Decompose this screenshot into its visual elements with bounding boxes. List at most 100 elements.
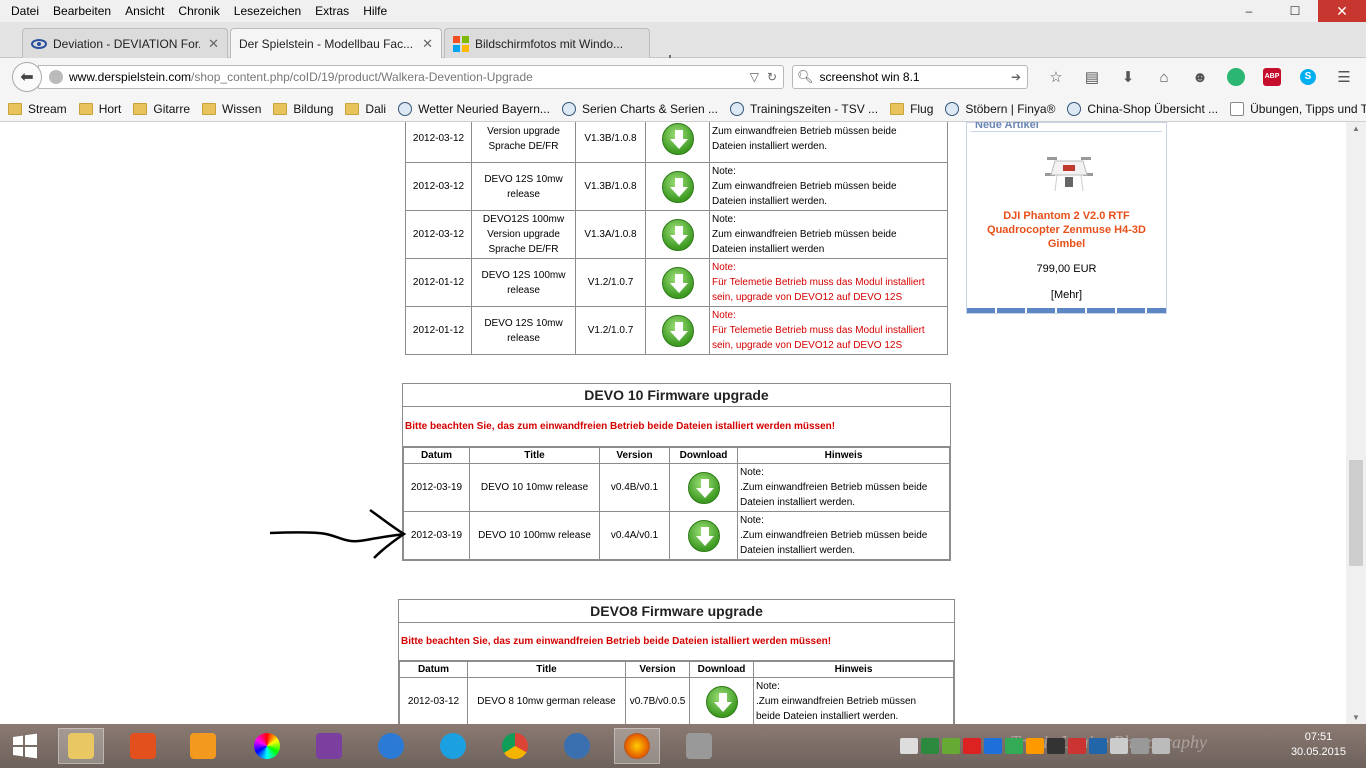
tray-app-icon[interactable]: [1047, 738, 1065, 754]
download-arrow-icon[interactable]: [705, 685, 738, 718]
tray-app-icon[interactable]: [942, 738, 960, 754]
minimize-button[interactable]: –: [1226, 0, 1272, 22]
reading-list-icon[interactable]: ▤: [1074, 66, 1110, 88]
scroll-up-icon[interactable]: ▲: [1352, 124, 1360, 133]
back-button[interactable]: ⬅: [12, 62, 42, 92]
bookmark-item[interactable]: Stream: [8, 102, 67, 116]
volume-icon[interactable]: [1152, 738, 1170, 754]
download-arrow-icon[interactable]: [687, 471, 720, 504]
menu-item-ansicht[interactable]: Ansicht: [118, 4, 171, 18]
menu-item-lesezeichen[interactable]: Lesezeichen: [227, 4, 308, 18]
chat-icon[interactable]: ☻: [1182, 66, 1218, 88]
table-row: 2012-01-12 DEVO 12S 100mw release V1.2/1.0…: [405, 258, 948, 307]
puzzle-app-icon[interactable]: [306, 728, 352, 764]
download-arrow-icon[interactable]: [687, 519, 720, 552]
bookmark-item[interactable]: Gitarre: [133, 102, 190, 116]
bookmark-item[interactable]: Dali: [345, 102, 386, 116]
new-products-box: Neue Artikel DJI Phantom 2 V2.0 RTF Quad…: [966, 122, 1167, 314]
maximize-button[interactable]: ☐: [1272, 0, 1318, 22]
tray-app-icon[interactable]: [984, 738, 1002, 754]
bookmark-item[interactable]: Trainingszeiten - TSV ...: [730, 101, 879, 116]
bookmark-item[interactable]: Bildung: [273, 102, 333, 116]
flag-icon[interactable]: [1131, 738, 1149, 754]
tab-close-icon[interactable]: ✕: [414, 36, 433, 52]
adblock-plus-icon[interactable]: ABP: [1254, 66, 1290, 88]
bookmark-item[interactable]: Serien Charts & Serien ...: [561, 101, 718, 116]
scroll-down-icon[interactable]: ▼: [1352, 713, 1360, 722]
file-explorer-icon[interactable]: [58, 728, 104, 764]
url-bar[interactable]: www.derspielstein.com/shop_content.php/c…: [38, 65, 784, 89]
title-cell: DEVO 10 100mw release: [469, 511, 600, 560]
bookmark-item[interactable]: Wetter Neuried Bayern...: [398, 101, 550, 116]
version-cell: V1.3B/1.0.8: [575, 122, 646, 163]
bookmark-item[interactable]: Hort: [78, 102, 121, 116]
media-player-icon[interactable]: [180, 728, 226, 764]
site-identity-icon[interactable]: [49, 70, 63, 84]
firefox-icon[interactable]: [614, 728, 660, 764]
scrollbar-thumb[interactable]: [1349, 460, 1363, 566]
bookmark-item[interactable]: Wissen: [202, 102, 261, 116]
bookmark-item[interactable]: Übungen, Tipps und T...: [1230, 101, 1366, 116]
close-button[interactable]: ✕: [1318, 0, 1366, 22]
bookmark-label: Trainingszeiten - TSV ...: [750, 101, 879, 116]
office-icon[interactable]: [120, 728, 166, 764]
keyboard-icon[interactable]: [900, 738, 918, 754]
product-name-link[interactable]: DJI Phantom 2 V2.0 RTF Quadrocopter Zenm…: [975, 209, 1158, 251]
chrome-icon[interactable]: [492, 728, 538, 764]
reload-icon[interactable]: ↻: [767, 70, 777, 84]
network-icon[interactable]: [1110, 738, 1128, 754]
product-more-link[interactable]: [Mehr]: [967, 289, 1166, 301]
url-dropdown-icon[interactable]: ▽: [750, 70, 759, 84]
search-go-icon[interactable]: ➔: [1011, 70, 1021, 84]
search-input[interactable]: screenshot win 8.1: [820, 70, 920, 84]
tab-bildschirmfotos[interactable]: Bildschirmfotos mit Windo...: [444, 28, 650, 58]
tray-app-icon[interactable]: [1026, 738, 1044, 754]
download-arrow-icon[interactable]: [661, 266, 694, 299]
tab-close-icon[interactable]: ✕: [200, 36, 219, 52]
tray-app-icon[interactable]: [1089, 738, 1107, 754]
bookmark-star-icon[interactable]: ☆: [1038, 66, 1074, 88]
menu-item-datei[interactable]: Datei: [4, 4, 46, 18]
download-arrow-icon[interactable]: [661, 122, 694, 155]
system-clock[interactable]: 07:51 30.05.2015: [1291, 730, 1346, 760]
start-button[interactable]: [2, 728, 48, 764]
download-arrow-icon[interactable]: [661, 218, 694, 251]
hardware-chip-icon[interactable]: [676, 728, 722, 764]
downloads-icon[interactable]: ⬇: [1110, 66, 1146, 88]
skype-icon[interactable]: S: [1290, 66, 1326, 88]
tab-deviation[interactable]: Deviation - DEVIATION For... ✕: [22, 28, 228, 58]
dji-phantom-product-image[interactable]: [1043, 151, 1095, 195]
bookmark-item[interactable]: China-Shop Übersicht ...: [1067, 101, 1218, 116]
menu-item-bearbeiten[interactable]: Bearbeiten: [46, 4, 118, 18]
table-row: 2012-03-12 DEVO 12S 10mw release V1.3B/1.0…: [405, 162, 948, 211]
download-arrow-icon[interactable]: [661, 314, 694, 347]
bookmark-item[interactable]: Flug: [890, 102, 933, 116]
title-cell: DEVO 8 10mw german release: [467, 677, 626, 724]
thunderbird-icon[interactable]: [554, 728, 600, 764]
bookmark-item[interactable]: Stöbern | Finya®: [945, 101, 1055, 116]
home-icon[interactable]: ⌂: [1146, 66, 1182, 88]
thunderbird-wing-icon[interactable]: [368, 728, 414, 764]
column-header: Datum: [403, 447, 470, 464]
vertical-scrollbar[interactable]: ▲ ▼: [1346, 122, 1366, 724]
menu-item-hilfe[interactable]: Hilfe: [356, 4, 394, 18]
addon-green-icon[interactable]: [1218, 66, 1254, 88]
internet-explorer-icon[interactable]: [430, 728, 476, 764]
tray-app-icon[interactable]: [963, 738, 981, 754]
new-products-footer-bar: [967, 308, 1166, 313]
hamburger-menu-icon[interactable]: ☰: [1326, 66, 1362, 88]
divider: [971, 131, 1162, 132]
tray-app-icon[interactable]: [921, 738, 939, 754]
title-cell: Version upgrade Sprache DE/FR: [471, 122, 576, 163]
date-cell: 2012-03-12: [399, 677, 468, 724]
color-wheel-icon[interactable]: [244, 728, 290, 764]
folder-icon: [202, 102, 217, 115]
tab-spielstein[interactable]: Der Spielstein - Modellbau Fac... ✕: [230, 28, 442, 59]
menu-item-extras[interactable]: Extras: [308, 4, 356, 18]
download-arrow-icon[interactable]: [661, 170, 694, 203]
table-row: 2012-03-19 DEVO 10 10mw release v0.4B/v0.1…: [403, 463, 950, 512]
search-bar[interactable]: 🔍︎ screenshot win 8.1 ➔: [792, 65, 1028, 89]
tray-app-icon[interactable]: [1068, 738, 1086, 754]
tray-app-icon[interactable]: [1005, 738, 1023, 754]
menu-item-chronik[interactable]: Chronik: [171, 4, 226, 18]
